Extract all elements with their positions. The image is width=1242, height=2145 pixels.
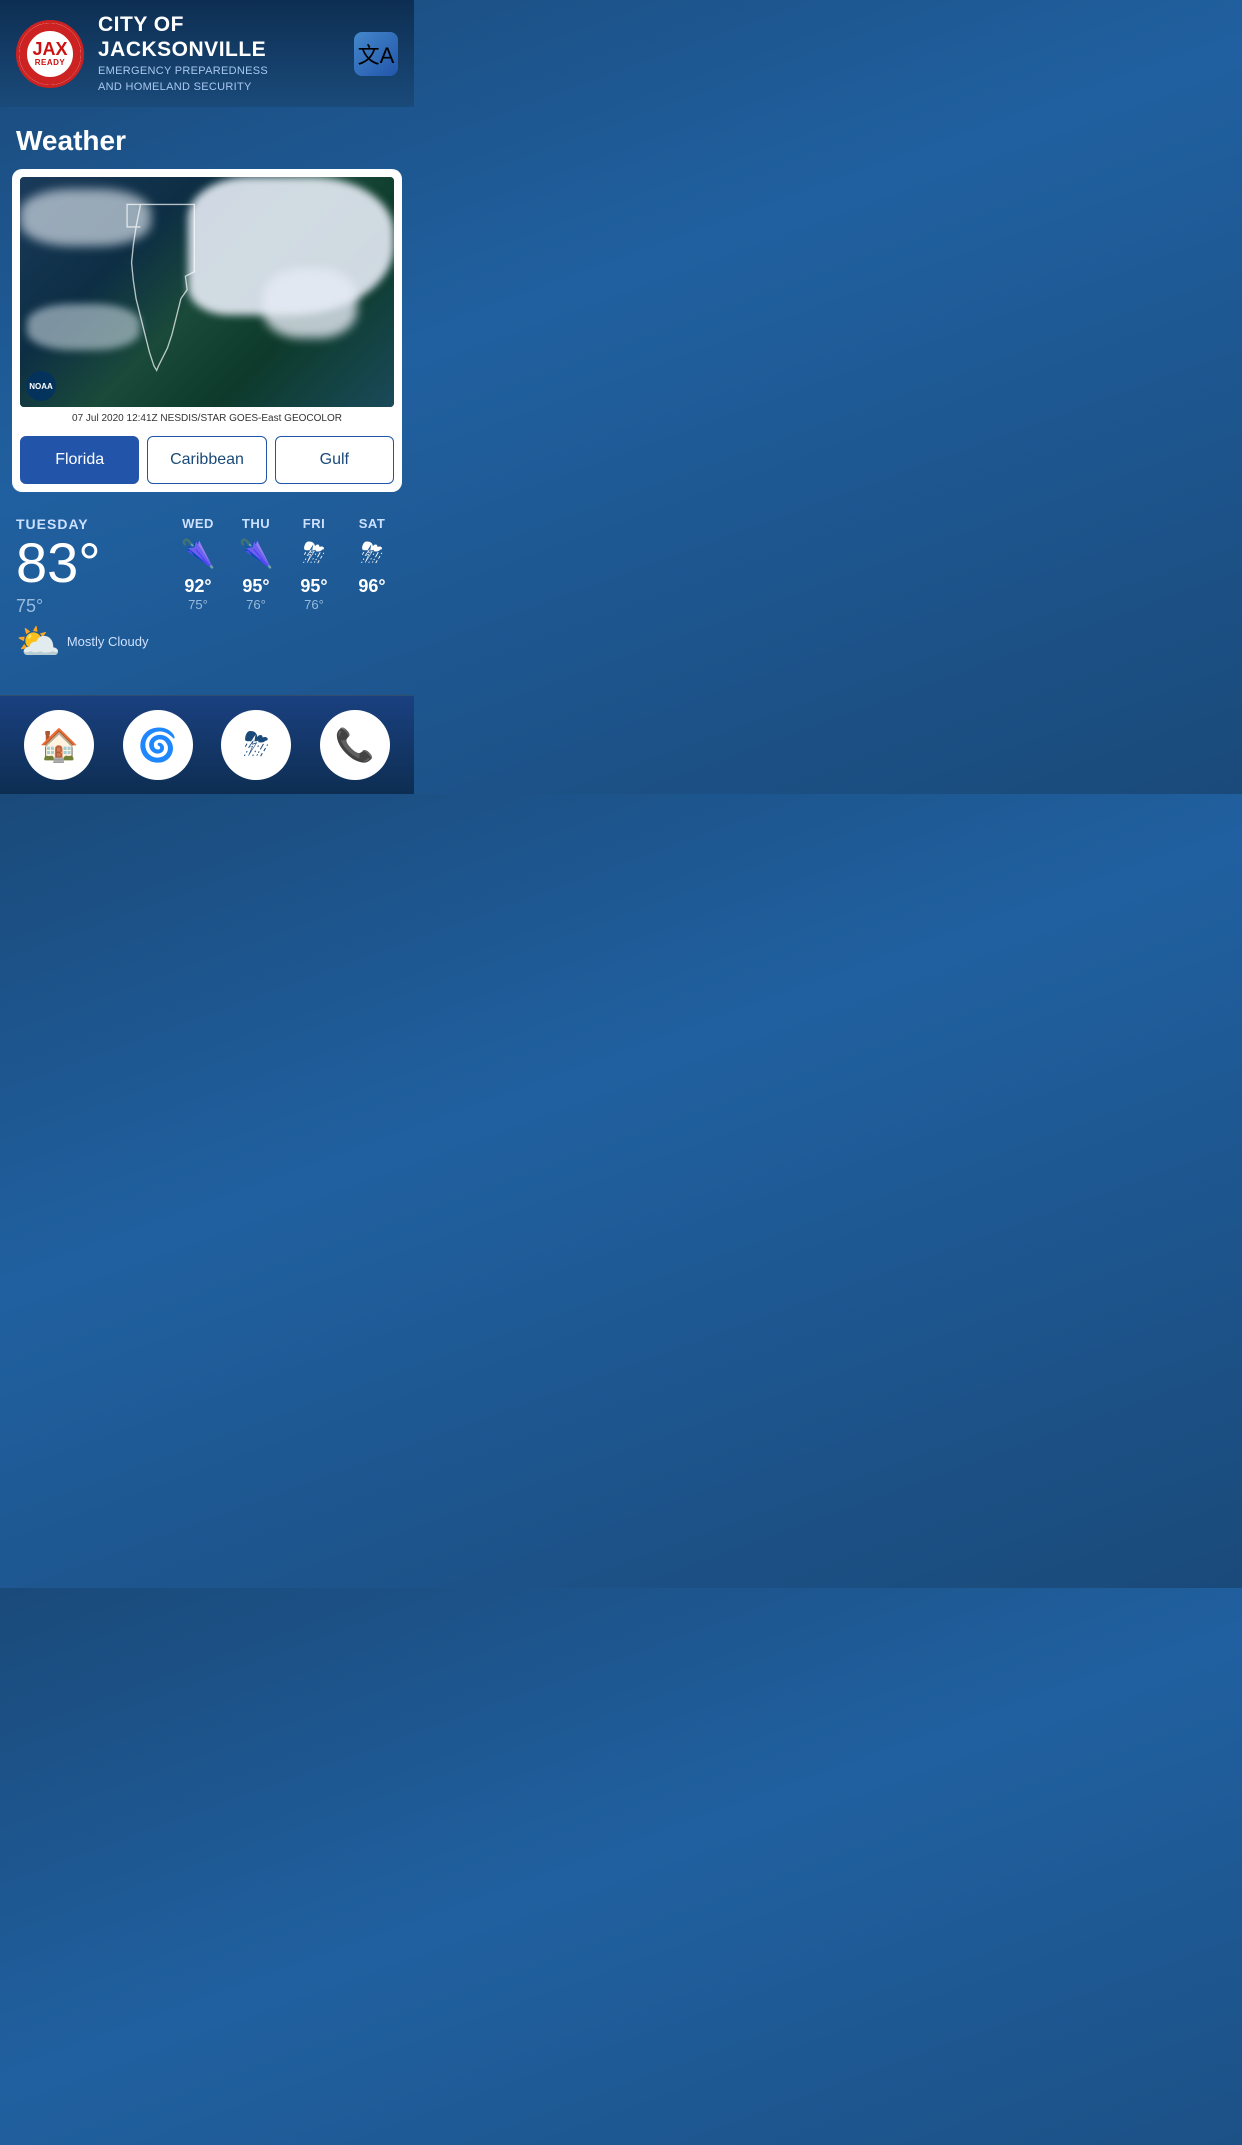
today-weather-icon: ⛅ — [16, 621, 61, 663]
phone-icon: 📞 — [335, 726, 375, 764]
today-temp-high: 83° — [16, 532, 156, 594]
forecast-fri-low: 76° — [304, 597, 324, 612]
translate-icon: 文A — [358, 38, 395, 70]
forecast-fri-icon: ⛈ — [303, 537, 325, 570]
header-subtitle: EMERGENCY PREPAREDNESS AND HOMELAND SECU… — [98, 64, 354, 95]
satellite-caption: 07 Jul 2020 12:41Z NESDIS/STAR GOES-East… — [20, 407, 394, 428]
today-condition: ⛅ Mostly Cloudy — [16, 621, 156, 663]
translate-button[interactable]: 文A — [354, 32, 398, 76]
hurricane-icon-circle[interactable]: 🌀 — [123, 710, 193, 780]
forecast-fri: FRI ⛈ 95° 76° — [288, 516, 340, 612]
forecast-thu-label: THU — [242, 516, 270, 531]
header-title: CITY OF JACKSONVILLE — [98, 12, 354, 62]
today-condition-label: Mostly Cloudy — [67, 634, 149, 649]
forecast-days: WED 🌂 92° 75° THU 🌂 95° 76° FRI ⛈ 95° 76… — [156, 516, 398, 612]
forecast-thu-high: 95° — [242, 576, 269, 597]
app-header: JAX READY CITY OF JACKSONVILLE EMERGENCY… — [0, 0, 414, 107]
weather-row: TUESDAY 83° 75° ⛅ Mostly Cloudy WED 🌂 92… — [16, 516, 398, 663]
weather-section: TUESDAY 83° 75° ⛅ Mostly Cloudy WED 🌂 92… — [0, 492, 414, 679]
logo-jax-text: JAX — [32, 40, 67, 58]
map-buttons: Florida Caribbean Gulf — [20, 436, 394, 484]
today-weather: TUESDAY 83° 75° ⛅ Mostly Cloudy — [16, 516, 156, 663]
today-temp-low: 75° — [16, 596, 156, 617]
jax-logo: JAX READY — [16, 20, 84, 88]
today-day-label: TUESDAY — [16, 516, 156, 532]
logo-ready-text: READY — [35, 58, 66, 67]
forecast-thu-low: 76° — [246, 597, 266, 612]
forecast-wed-label: WED — [182, 516, 214, 531]
satellite-card: NOAA 07 Jul 2020 12:41Z NESDIS/STAR GOES… — [12, 169, 402, 492]
forecast-wed: WED 🌂 92° 75° — [172, 516, 224, 612]
nav-home[interactable]: 🏠 — [24, 710, 94, 780]
weather-nav-icon: ⛈ — [243, 726, 269, 764]
forecast-sat: SAT ⛈ 96° — [346, 516, 398, 597]
forecast-thu-icon: 🌂 — [239, 537, 274, 570]
hurricane-icon: 🌀 — [138, 726, 178, 764]
florida-outline — [102, 200, 233, 379]
phone-icon-circle[interactable]: 📞 — [320, 710, 390, 780]
map-btn-florida[interactable]: Florida — [20, 436, 139, 484]
forecast-wed-low: 75° — [188, 597, 208, 612]
forecast-sat-icon: ⛈ — [361, 537, 383, 570]
header-text: CITY OF JACKSONVILLE EMERGENCY PREPAREDN… — [98, 12, 354, 95]
nav-hurricane[interactable]: 🌀 — [123, 710, 193, 780]
home-icon-circle[interactable]: 🏠 — [24, 710, 94, 780]
weather-icon-circle[interactable]: ⛈ — [221, 710, 291, 780]
forecast-wed-icon: 🌂 — [181, 537, 216, 570]
nav-phone[interactable]: 📞 — [320, 710, 390, 780]
map-btn-gulf[interactable]: Gulf — [275, 436, 394, 484]
forecast-sat-high: 96° — [358, 576, 385, 597]
forecast-fri-label: FRI — [303, 516, 325, 531]
cloud-east — [263, 269, 357, 338]
home-icon: 🏠 — [39, 726, 79, 764]
forecast-thu: THU 🌂 95° 76° — [230, 516, 282, 612]
forecast-fri-high: 95° — [300, 576, 327, 597]
nav-weather[interactable]: ⛈ — [221, 710, 291, 780]
bottom-nav: 🏠 🌀 ⛈ 📞 — [0, 695, 414, 794]
page-title: Weather — [0, 107, 414, 169]
forecast-sat-label: SAT — [359, 516, 386, 531]
satellite-image[interactable]: NOAA — [20, 177, 394, 407]
map-btn-caribbean[interactable]: Caribbean — [147, 436, 266, 484]
noaa-logo: NOAA — [26, 371, 56, 401]
forecast-wed-high: 92° — [184, 576, 211, 597]
